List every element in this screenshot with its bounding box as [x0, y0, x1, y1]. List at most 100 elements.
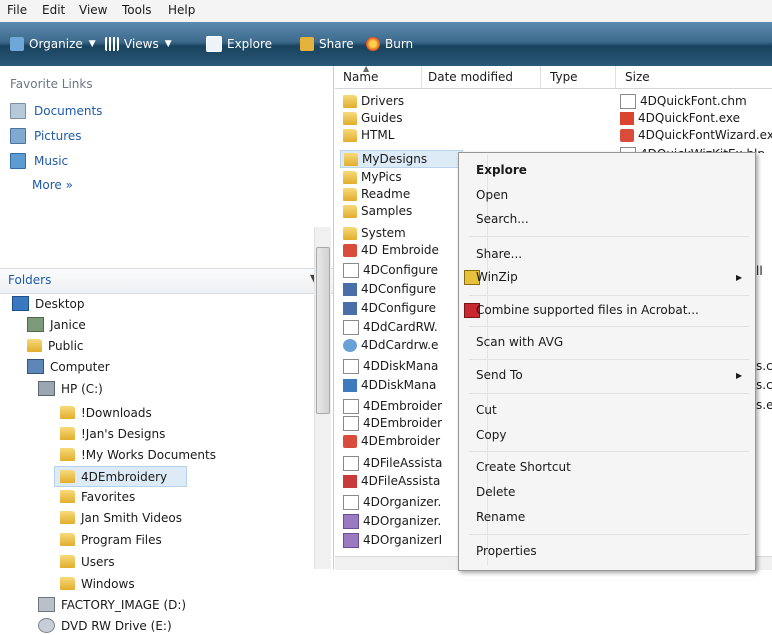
tree-item-windows[interactable]: Windows	[60, 574, 135, 593]
list-item[interactable]: 4DQuickFont.chm	[620, 93, 747, 109]
context-menu-explore[interactable]: Explore	[476, 163, 527, 177]
tree-item-program-files[interactable]: Program Files	[60, 530, 162, 549]
tree-item-hp-c-drive[interactable]: HP (C:)	[38, 379, 103, 398]
menu-separator	[469, 451, 749, 452]
list-item[interactable]: 4DQuickFontWizard.exe	[620, 127, 772, 143]
tree-item-computer[interactable]: Computer	[27, 357, 110, 376]
folder-icon	[60, 427, 75, 440]
tree-item-favorites[interactable]: Favorites	[60, 487, 135, 506]
context-menu-open[interactable]: Open	[476, 188, 508, 202]
context-menu-properties[interactable]: Properties	[476, 544, 537, 558]
favorites-more-link[interactable]: More »	[32, 176, 73, 194]
menu-view[interactable]: View	[79, 3, 107, 17]
sort-ascending-icon: ▲	[363, 64, 370, 73]
list-item[interactable]: MyPics	[343, 169, 402, 185]
list-item[interactable]: 4DDiskMana	[343, 377, 436, 393]
list-item-mydesigns[interactable]: MyDesigns	[340, 150, 463, 168]
app-icon	[343, 474, 357, 488]
tree-item-jans-designs[interactable]: !Jan's Designs	[60, 424, 165, 443]
list-item[interactable]: Readme	[343, 186, 410, 202]
tree-item-dvd-rw-drive-e[interactable]: DVD RW Drive (E:)	[38, 616, 172, 635]
menu-separator	[469, 534, 749, 535]
share-button[interactable]: Share	[300, 35, 354, 53]
explore-icon	[206, 36, 222, 52]
list-item[interactable]: Guides	[343, 110, 403, 126]
list-item[interactable]: 4DOrganizer.	[343, 494, 441, 510]
column-date-modified[interactable]: Date modified	[428, 70, 513, 84]
organizer-icon	[343, 513, 359, 529]
favorite-documents[interactable]: Documents	[10, 102, 102, 120]
context-menu-rename[interactable]: Rename	[476, 510, 525, 524]
context-menu-delete[interactable]: Delete	[476, 485, 515, 499]
list-item[interactable]: 4DdCardrw.e	[343, 337, 438, 353]
menu-help[interactable]: Help	[168, 3, 195, 17]
list-item[interactable]: 4DdCardRW.	[343, 319, 438, 335]
list-item[interactable]: 4DConfigure	[343, 300, 436, 316]
scrollbar-thumb[interactable]	[316, 247, 330, 414]
context-menu-cut[interactable]: Cut	[476, 403, 497, 417]
list-item[interactable]: 4DFileAssista	[343, 473, 440, 489]
burn-button[interactable]: Burn	[366, 35, 413, 53]
list-item[interactable]: 4DQuickFont.exe	[620, 110, 740, 126]
tree-item-jan-smith-videos[interactable]: Jan Smith Videos	[60, 508, 182, 527]
context-menu-search[interactable]: Search...	[476, 212, 529, 226]
drive-icon	[38, 597, 55, 612]
folders-header[interactable]: Folders ▼	[0, 268, 333, 294]
context-menu-scan-avg[interactable]: Scan with AVG	[476, 335, 563, 349]
menu-separator	[469, 326, 749, 327]
context-menu-combine-acrobat[interactable]: Combine supported files in Acrobat...	[476, 303, 699, 317]
folder-icon	[60, 490, 75, 503]
list-item[interactable]: 4DEmbroider	[343, 433, 440, 449]
navigation-pane: Favorite Links Documents Pictures Music …	[0, 66, 334, 633]
menu-tools[interactable]: Tools	[122, 3, 152, 17]
tree-item-downloads[interactable]: !Downloads	[60, 403, 152, 422]
menu-file[interactable]: File	[7, 3, 27, 17]
truncated-text: ll	[756, 264, 763, 278]
context-menu-copy[interactable]: Copy	[476, 428, 506, 442]
tree-item-users[interactable]: Users	[60, 552, 115, 571]
favorite-music[interactable]: Music	[10, 152, 68, 170]
list-item[interactable]: 4DEmbroider	[343, 415, 442, 431]
4d-wizard-icon	[620, 128, 634, 142]
help-file-icon	[343, 319, 359, 335]
list-item[interactable]: 4DEmbroider	[343, 398, 442, 414]
menu-edit[interactable]: Edit	[42, 3, 65, 17]
views-icon	[105, 37, 119, 51]
help-file-icon	[343, 262, 359, 278]
tree-item-4dembroidery[interactable]: 4DEmbroidery	[54, 466, 187, 487]
favorite-pictures[interactable]: Pictures	[10, 127, 82, 145]
list-item[interactable]: 4DFileAssista	[343, 455, 442, 471]
list-item[interactable]: 4D Embroide	[343, 242, 439, 258]
tree-item-public[interactable]: Public	[27, 336, 84, 355]
tree-item-janice[interactable]: Janice	[27, 315, 86, 334]
views-button[interactable]: Views ▼	[105, 35, 172, 53]
submenu-arrow-icon: ▶	[736, 273, 743, 282]
explore-button[interactable]: Explore	[206, 35, 272, 53]
burn-icon	[366, 37, 380, 51]
menu-separator	[469, 393, 749, 394]
list-item[interactable]: Drivers	[343, 93, 404, 109]
column-size[interactable]: Size	[625, 70, 650, 84]
list-item[interactable]: HTML	[343, 127, 394, 143]
tree-item-my-works-documents[interactable]: !My Works Documents	[60, 445, 216, 464]
list-item[interactable]: System	[343, 225, 406, 241]
folder-icon	[343, 128, 357, 142]
list-item[interactable]: Samples	[343, 203, 412, 219]
tree-item-factory-image-d[interactable]: FACTORY_IMAGE (D:)	[38, 595, 186, 614]
column-divider	[540, 66, 541, 88]
list-item[interactable]: 4DDiskMana	[343, 358, 438, 374]
organize-button[interactable]: Organize ▼	[10, 35, 96, 53]
context-menu-share[interactable]: Share...	[476, 247, 522, 261]
list-item[interactable]: 4DConfigure	[343, 281, 436, 297]
column-type[interactable]: Type	[550, 70, 578, 84]
folder-icon	[343, 111, 357, 125]
list-item[interactable]: 4DConfigure	[343, 262, 438, 278]
list-item[interactable]: 4DOrganizer.	[343, 513, 441, 529]
column-name[interactable]: Name	[343, 70, 378, 84]
context-menu-create-shortcut[interactable]: Create Shortcut	[476, 460, 571, 474]
tree-item-desktop[interactable]: Desktop	[12, 294, 85, 313]
context-menu-send-to[interactable]: Send To	[476, 368, 523, 382]
truncated-text: s.cl	[756, 378, 772, 392]
list-item[interactable]: 4DOrganizerI	[343, 532, 442, 548]
context-menu-winzip[interactable]: WinZip	[476, 270, 518, 284]
